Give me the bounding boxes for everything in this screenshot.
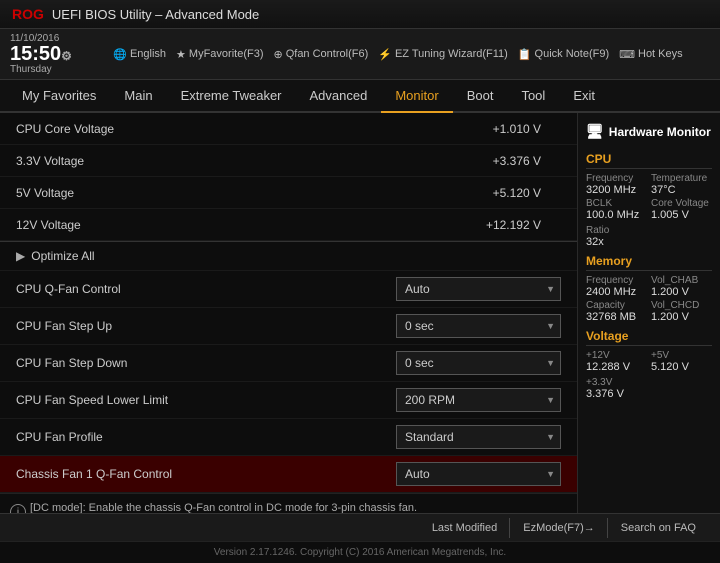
nav-main[interactable]: Main <box>110 80 166 111</box>
cpu-fan-speed-lower-row: CPU Fan Speed Lower Limit 200 RPM300 RPM… <box>0 382 577 419</box>
voltage-section-title: Voltage <box>586 329 712 346</box>
info-box: i [DC mode]: Enable the chassis Q-Fan co… <box>0 493 577 513</box>
memory-section-title: Memory <box>586 254 712 271</box>
12v-voltage-label: 12V Voltage <box>16 218 486 232</box>
shortcut-quicknote[interactable]: 📋 Quick Note(F9) <box>518 48 609 61</box>
nav-boot[interactable]: Boot <box>453 80 508 111</box>
cpu-core-voltage-row: CPU Core Voltage +1.010 V <box>0 113 577 145</box>
3v3-voltage-label: 3.3V Voltage <box>16 154 493 168</box>
chassis-fan1-row: Chassis Fan 1 Q-Fan Control AutoDC ModeP… <box>0 456 577 493</box>
voltage-5v: +5V 5.120 V <box>651 350 712 373</box>
ez-mode-button[interactable]: EzMode(F7)→ <box>511 518 608 538</box>
memory-capacity: Capacity 32768 MB <box>586 300 647 323</box>
status-bar: Last Modified EzMode(F7)→ Search on FAQ <box>0 513 720 541</box>
cpu-fan-speed-lower-label: CPU Fan Speed Lower Limit <box>16 393 396 407</box>
cpu-fan-speed-lower-select-wrapper: 200 RPM300 RPM400 RPM600 RPM <box>396 388 561 412</box>
optimize-all-arrow: ▶ <box>16 249 25 263</box>
chassis-fan1-select[interactable]: AutoDC ModePWM ModeDisabled <box>396 462 561 486</box>
nav-menu: My Favorites Main Extreme Tweaker Advanc… <box>0 80 720 113</box>
cpu-monitor-grid: Frequency 3200 MHz Temperature 37°C BCLK… <box>586 173 712 221</box>
footer-text: Version 2.17.1246. Copyright (C) 2016 Am… <box>214 547 506 558</box>
3v3-voltage-value: +3.376 V <box>493 154 541 168</box>
title-bar: ROG UEFI BIOS Utility – Advanced Mode <box>0 0 720 29</box>
cpu-temperature: Temperature 37°C <box>651 173 712 196</box>
shortcut-myfavorite[interactable]: ★ MyFavorite(F3) <box>176 48 263 61</box>
memory-frequency: Frequency 2400 MHz <box>586 275 647 298</box>
info-icon: i <box>10 504 26 513</box>
shortcut-hotkeys[interactable]: ⌨ Hot Keys <box>619 48 683 61</box>
5v-voltage-row: 5V Voltage +5.120 V <box>0 177 577 209</box>
hardware-monitor-title: 🖥 Hardware Monitor <box>586 119 712 146</box>
voltage-12v: +12V 12.288 V <box>586 350 647 373</box>
cpu-qfan-control-row: CPU Q-Fan Control AutoDC ModePWM ModeDis… <box>0 271 577 308</box>
optimize-all-label: Optimize All <box>31 249 94 263</box>
cpu-fan-profile-row: CPU Fan Profile StandardSilentTurboFull … <box>0 419 577 456</box>
left-panel: CPU Core Voltage +1.010 V 3.3V Voltage +… <box>0 113 578 513</box>
last-modified[interactable]: Last Modified <box>420 518 510 538</box>
voltage-monitor-grid: +12V 12.288 V +5V 5.120 V <box>586 350 712 373</box>
rog-logo: ROG <box>12 6 44 22</box>
memory-vol-chcd: Vol_CHCD 1.200 V <box>651 300 712 323</box>
cpu-fan-speed-lower-select[interactable]: 200 RPM300 RPM400 RPM600 RPM <box>396 388 561 412</box>
cpu-frequency: Frequency 3200 MHz <box>586 173 647 196</box>
shortcut-qfan[interactable]: ⊕ Qfan Control(F6) <box>273 48 368 61</box>
shortcuts-bar: 🌐 English ★ MyFavorite(F3) ⊕ Qfan Contro… <box>86 48 710 61</box>
main-content: CPU Core Voltage +1.010 V 3.3V Voltage +… <box>0 113 720 513</box>
info-text-1: [DC mode]: Enable the chassis Q-Fan cont… <box>30 502 565 513</box>
cpu-fan-step-down-label: CPU Fan Step Down <box>16 356 396 370</box>
optimize-all-section[interactable]: ▶ Optimize All <box>0 242 577 271</box>
nav-tool[interactable]: Tool <box>507 80 559 111</box>
shortcut-english[interactable]: 🌐 English <box>113 48 166 61</box>
cpu-core-voltage-value: +1.010 V <box>493 122 541 136</box>
cpu-section-title: CPU <box>586 152 712 169</box>
datetime: 11/10/2016 15:50⚙ Thursday <box>10 33 72 75</box>
memory-monitor-grid: Frequency 2400 MHz Vol_CHAB 1.200 V Capa… <box>586 275 712 323</box>
cpu-ratio: Ratio 32x <box>586 225 712 248</box>
search-faq-button[interactable]: Search on FAQ <box>609 518 708 538</box>
clock: 15:50⚙ <box>10 44 72 64</box>
cpu-fan-profile-select[interactable]: StandardSilentTurboFull Speed <box>396 425 561 449</box>
cpu-qfan-select[interactable]: AutoDC ModePWM ModeDisabled <box>396 277 561 301</box>
cpu-fan-profile-select-wrapper: StandardSilentTurboFull Speed <box>396 425 561 449</box>
cpu-fan-profile-label: CPU Fan Profile <box>16 430 396 444</box>
shortcut-eztuning[interactable]: ⚡ EZ Tuning Wizard(F11) <box>378 48 508 61</box>
5v-voltage-label: 5V Voltage <box>16 186 493 200</box>
cpu-fan-step-up-label: CPU Fan Step Up <box>16 319 396 333</box>
cpu-bclk: BCLK 100.0 MHz <box>586 198 647 221</box>
chassis-fan1-label: Chassis Fan 1 Q-Fan Control <box>16 467 396 481</box>
nav-exit[interactable]: Exit <box>559 80 609 111</box>
cpu-fan-step-up-row: CPU Fan Step Up 0 sec0.1 sec0.2 sec0.5 s… <box>0 308 577 345</box>
3v3-voltage-row: 3.3V Voltage +3.376 V <box>0 145 577 177</box>
12v-voltage-row: 12V Voltage +12.192 V <box>0 209 577 241</box>
5v-voltage-value: +5.120 V <box>493 186 541 200</box>
cpu-fan-step-up-select-wrapper: 0 sec0.1 sec0.2 sec0.5 sec <box>396 314 561 338</box>
title-text: UEFI BIOS Utility – Advanced Mode <box>52 7 259 22</box>
chassis-fan1-select-wrapper: AutoDC ModePWM ModeDisabled <box>396 462 561 486</box>
cpu-fan-step-down-row: CPU Fan Step Down 0 sec0.1 sec0.2 sec0.5… <box>0 345 577 382</box>
cpu-fan-step-up-select[interactable]: 0 sec0.1 sec0.2 sec0.5 sec <box>396 314 561 338</box>
voltage-3v3: +3.3V 3.376 V <box>586 377 712 400</box>
cpu-core-voltage-label: CPU Core Voltage <box>16 122 493 136</box>
12v-voltage-value: +12.192 V <box>486 218 541 232</box>
nav-my-favorites[interactable]: My Favorites <box>8 80 110 111</box>
right-panel: 🖥 Hardware Monitor CPU Frequency 3200 MH… <box>578 113 720 513</box>
nav-advanced[interactable]: Advanced <box>296 80 382 111</box>
cpu-qfan-select-wrapper: AutoDC ModePWM ModeDisabled <box>396 277 561 301</box>
cpu-fan-step-down-select[interactable]: 0 sec0.1 sec0.2 sec0.5 sec <box>396 351 561 375</box>
info-bar: 11/10/2016 15:50⚙ Thursday 🌐 English ★ M… <box>0 29 720 80</box>
nav-monitor[interactable]: Monitor <box>381 80 452 113</box>
memory-vol-chab: Vol_CHAB 1.200 V <box>651 275 712 298</box>
cpu-fan-step-down-select-wrapper: 0 sec0.1 sec0.2 sec0.5 sec <box>396 351 561 375</box>
nav-extreme-tweaker[interactable]: Extreme Tweaker <box>167 80 296 111</box>
cpu-qfan-label: CPU Q-Fan Control <box>16 282 396 296</box>
monitor-icon: 🖥 <box>586 123 604 140</box>
day: Thursday <box>10 64 72 75</box>
footer: Version 2.17.1246. Copyright (C) 2016 Am… <box>0 541 720 563</box>
cpu-core-voltage: Core Voltage 1.005 V <box>651 198 712 221</box>
